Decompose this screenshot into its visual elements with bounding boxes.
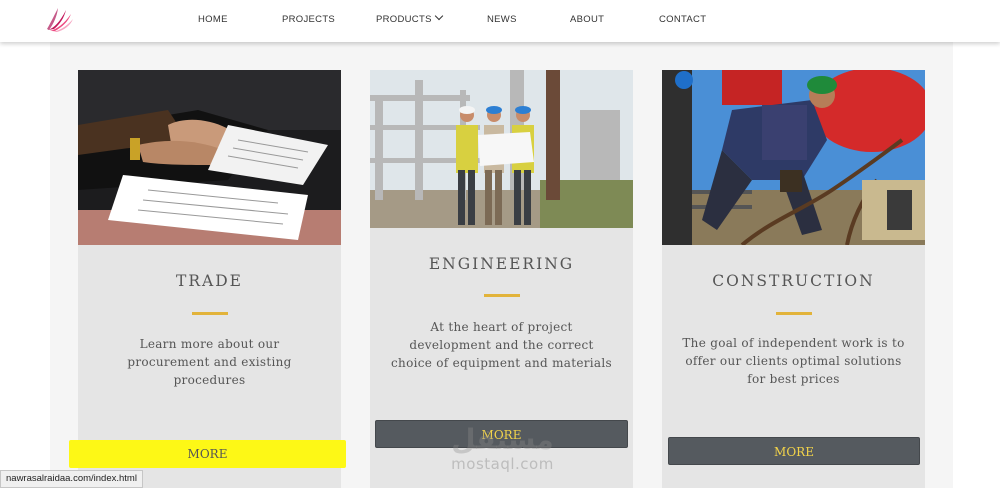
- chevron-down-icon: [434, 11, 443, 21]
- card-trade-title: TRADE: [176, 272, 243, 290]
- card-construction-image: [662, 70, 925, 245]
- nav-products[interactable]: PRODUCTS: [376, 11, 443, 25]
- construction-more-button[interactable]: MORE: [668, 437, 920, 465]
- card-construction-title: CONSTRUCTION: [712, 272, 875, 290]
- status-bar-url: nawrasalraidaa.com/index.html: [0, 470, 143, 488]
- engineering-more-button[interactable]: MORE: [375, 420, 628, 448]
- card-construction-description: The goal of independent work is to offer…: [682, 336, 905, 386]
- nav-news[interactable]: NEWS: [487, 14, 517, 25]
- nav-projects[interactable]: PROJECTS: [282, 14, 335, 25]
- card-construction: CONSTRUCTION The goal of independent wor…: [662, 70, 925, 488]
- card-trade: TRADE Learn more about our procurement a…: [78, 70, 341, 488]
- engineers-on-site-photo: [370, 70, 633, 228]
- nav-products-label: PRODUCTS: [376, 14, 432, 25]
- top-navigation-bar: HOME PROJECTS PRODUCTS NEWS ABOUT CONTAC…: [0, 0, 1000, 42]
- card-trade-divider: [192, 312, 228, 315]
- card-engineering-title: ENGINEERING: [428, 255, 575, 273]
- trade-more-button[interactable]: MORE: [69, 440, 346, 468]
- nav-about[interactable]: ABOUT: [570, 14, 604, 25]
- document-signing-photo: [78, 70, 341, 245]
- card-trade-description: Learn more about our procurement and exi…: [127, 337, 292, 387]
- main-nav: HOME PROJECTS PRODUCTS NEWS ABOUT CONTAC…: [0, 0, 1000, 42]
- card-construction-divider: [776, 312, 812, 315]
- workers-with-chains-photo: [662, 70, 925, 245]
- nav-contact[interactable]: CONTACT: [659, 14, 706, 25]
- card-engineering-divider: [484, 294, 520, 297]
- card-engineering-description: At the heart of project development and …: [391, 320, 612, 370]
- nav-home[interactable]: HOME: [198, 14, 228, 25]
- card-trade-image: [78, 70, 341, 245]
- card-engineering-image: [370, 70, 633, 228]
